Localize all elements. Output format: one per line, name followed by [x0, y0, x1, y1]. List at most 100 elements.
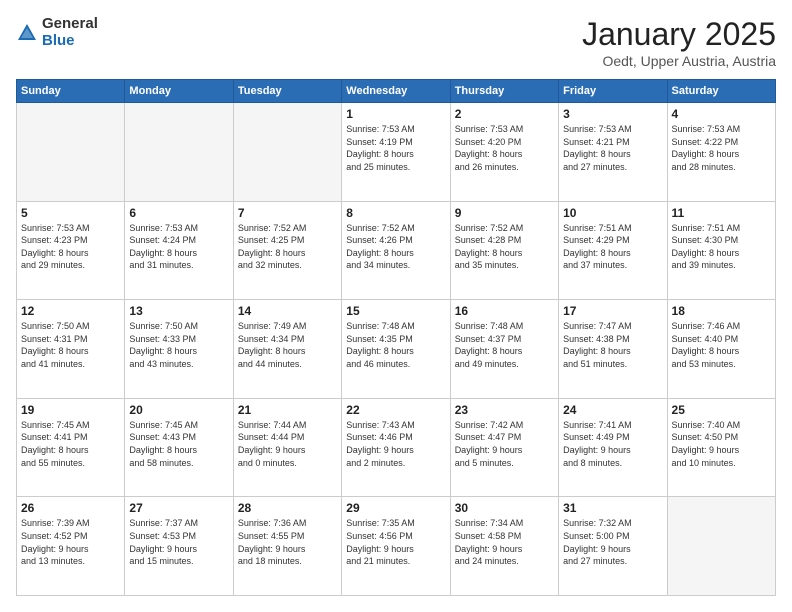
page: General Blue January 2025 Oedt, Upper Au…	[0, 0, 792, 612]
calendar-week-row: 12Sunrise: 7:50 AM Sunset: 4:31 PM Dayli…	[17, 300, 776, 399]
day-number: 8	[346, 206, 445, 220]
day-number: 23	[455, 403, 554, 417]
day-number: 2	[455, 107, 554, 121]
day-number: 11	[672, 206, 771, 220]
table-row	[667, 497, 775, 596]
day-number: 30	[455, 501, 554, 515]
day-info: Sunrise: 7:53 AM Sunset: 4:21 PM Dayligh…	[563, 123, 662, 173]
location-title: Oedt, Upper Austria, Austria	[582, 53, 776, 69]
calendar-week-row: 5Sunrise: 7:53 AM Sunset: 4:23 PM Daylig…	[17, 201, 776, 300]
day-info: Sunrise: 7:40 AM Sunset: 4:50 PM Dayligh…	[672, 419, 771, 469]
logo-text: General Blue	[42, 16, 98, 49]
day-info: Sunrise: 7:42 AM Sunset: 4:47 PM Dayligh…	[455, 419, 554, 469]
table-row	[17, 103, 125, 202]
day-info: Sunrise: 7:39 AM Sunset: 4:52 PM Dayligh…	[21, 517, 120, 567]
day-info: Sunrise: 7:43 AM Sunset: 4:46 PM Dayligh…	[346, 419, 445, 469]
table-row: 2 Sunrise: 7:53 AM Sunset: 4:20 PM Daylig…	[450, 103, 558, 202]
table-row: 23 Sunrise: 7:42 AM Sunset: 4:47 PM Dayli…	[450, 398, 558, 497]
table-row: 27 Sunrise: 7:37 AM Sunset: 4:53 PM Dayli…	[125, 497, 233, 596]
table-row: 25Sunrise: 7:40 AM Sunset: 4:50 PM Dayli…	[667, 398, 775, 497]
table-row: 24Sunrise: 7:41 AM Sunset: 4:49 PM Dayli…	[559, 398, 667, 497]
calendar-table: Sunday Monday Tuesday Wednesday Thursday…	[16, 79, 776, 596]
logo: General Blue	[16, 16, 98, 49]
table-row: 1 Sunrise: 7:53 AM Sunset: 4:19 PM Daylig…	[342, 103, 450, 202]
day-number: 9	[455, 206, 554, 220]
table-row	[125, 103, 233, 202]
day-info: Sunrise: 7:45 AM Sunset: 4:41 PM Dayligh…	[21, 419, 120, 469]
table-row: 26 Sunrise: 7:39 AM Sunset: 4:52 PM Dayli…	[17, 497, 125, 596]
table-row: 22Sunrise: 7:43 AM Sunset: 4:46 PM Dayli…	[342, 398, 450, 497]
day-number: 16	[455, 304, 554, 318]
day-info: Sunrise: 7:50 AM Sunset: 4:31 PM Dayligh…	[21, 320, 120, 370]
day-number: 13	[129, 304, 228, 318]
day-number: 14	[238, 304, 337, 318]
logo-icon	[16, 22, 38, 44]
table-row: 28Sunrise: 7:36 AM Sunset: 4:55 PM Dayli…	[233, 497, 341, 596]
day-info: Sunrise: 7:53 AM Sunset: 4:20 PM Dayligh…	[455, 123, 554, 173]
day-number: 17	[563, 304, 662, 318]
day-number: 3	[563, 107, 662, 121]
day-info: Sunrise: 7:53 AM Sunset: 4:22 PM Dayligh…	[672, 123, 771, 173]
day-number: 1	[346, 107, 445, 121]
day-info: Sunrise: 7:48 AM Sunset: 4:35 PM Dayligh…	[346, 320, 445, 370]
col-sunday: Sunday	[17, 80, 125, 103]
table-row: 17 Sunrise: 7:47 AM Sunset: 4:38 PM Dayli…	[559, 300, 667, 399]
table-row: 20Sunrise: 7:45 AM Sunset: 4:43 PM Dayli…	[125, 398, 233, 497]
day-number: 19	[21, 403, 120, 417]
day-info: Sunrise: 7:35 AM Sunset: 4:56 PM Dayligh…	[346, 517, 445, 567]
day-info: Sunrise: 7:52 AM Sunset: 4:28 PM Dayligh…	[455, 222, 554, 272]
calendar-week-row: 19 Sunrise: 7:45 AM Sunset: 4:41 PM Dayli…	[17, 398, 776, 497]
table-row: 29Sunrise: 7:35 AM Sunset: 4:56 PM Dayli…	[342, 497, 450, 596]
month-title: January 2025	[582, 16, 776, 53]
day-info: Sunrise: 7:52 AM Sunset: 4:26 PM Dayligh…	[346, 222, 445, 272]
table-row: 6Sunrise: 7:53 AM Sunset: 4:24 PM Daylig…	[125, 201, 233, 300]
day-info: Sunrise: 7:51 AM Sunset: 4:30 PM Dayligh…	[672, 222, 771, 272]
logo-blue: Blue	[42, 33, 98, 50]
day-info: Sunrise: 7:47 AM Sunset: 4:38 PM Dayligh…	[563, 320, 662, 370]
day-info: Sunrise: 7:36 AM Sunset: 4:55 PM Dayligh…	[238, 517, 337, 567]
day-info: Sunrise: 7:32 AM Sunset: 5:00 PM Dayligh…	[563, 517, 662, 567]
day-number: 27	[129, 501, 228, 515]
col-thursday: Thursday	[450, 80, 558, 103]
day-number: 7	[238, 206, 337, 220]
day-info: Sunrise: 7:53 AM Sunset: 4:19 PM Dayligh…	[346, 123, 445, 173]
day-info: Sunrise: 7:44 AM Sunset: 4:44 PM Dayligh…	[238, 419, 337, 469]
table-row: 3 Sunrise: 7:53 AM Sunset: 4:21 PM Daylig…	[559, 103, 667, 202]
day-number: 6	[129, 206, 228, 220]
day-info: Sunrise: 7:46 AM Sunset: 4:40 PM Dayligh…	[672, 320, 771, 370]
table-row: 13 Sunrise: 7:50 AM Sunset: 4:33 PM Dayli…	[125, 300, 233, 399]
title-block: January 2025 Oedt, Upper Austria, Austri…	[582, 16, 776, 69]
day-number: 26	[21, 501, 120, 515]
table-row: 7 Sunrise: 7:52 AM Sunset: 4:25 PM Daylig…	[233, 201, 341, 300]
table-row: 31 Sunrise: 7:32 AM Sunset: 5:00 PM Dayli…	[559, 497, 667, 596]
day-info: Sunrise: 7:50 AM Sunset: 4:33 PM Dayligh…	[129, 320, 228, 370]
day-info: Sunrise: 7:41 AM Sunset: 4:49 PM Dayligh…	[563, 419, 662, 469]
col-friday: Friday	[559, 80, 667, 103]
col-wednesday: Wednesday	[342, 80, 450, 103]
day-number: 21	[238, 403, 337, 417]
table-row: 30 Sunrise: 7:34 AM Sunset: 4:58 PM Dayli…	[450, 497, 558, 596]
table-row: 11 Sunrise: 7:51 AM Sunset: 4:30 PM Dayli…	[667, 201, 775, 300]
day-number: 18	[672, 304, 771, 318]
col-tuesday: Tuesday	[233, 80, 341, 103]
table-row: 12Sunrise: 7:50 AM Sunset: 4:31 PM Dayli…	[17, 300, 125, 399]
day-info: Sunrise: 7:48 AM Sunset: 4:37 PM Dayligh…	[455, 320, 554, 370]
day-info: Sunrise: 7:49 AM Sunset: 4:34 PM Dayligh…	[238, 320, 337, 370]
table-row	[233, 103, 341, 202]
day-info: Sunrise: 7:52 AM Sunset: 4:25 PM Dayligh…	[238, 222, 337, 272]
day-number: 31	[563, 501, 662, 515]
header: General Blue January 2025 Oedt, Upper Au…	[16, 16, 776, 69]
table-row: 5Sunrise: 7:53 AM Sunset: 4:23 PM Daylig…	[17, 201, 125, 300]
table-row: 19 Sunrise: 7:45 AM Sunset: 4:41 PM Dayli…	[17, 398, 125, 497]
day-number: 10	[563, 206, 662, 220]
calendar-week-row: 26 Sunrise: 7:39 AM Sunset: 4:52 PM Dayli…	[17, 497, 776, 596]
calendar-header-row: Sunday Monday Tuesday Wednesday Thursday…	[17, 80, 776, 103]
day-info: Sunrise: 7:37 AM Sunset: 4:53 PM Dayligh…	[129, 517, 228, 567]
day-info: Sunrise: 7:34 AM Sunset: 4:58 PM Dayligh…	[455, 517, 554, 567]
day-info: Sunrise: 7:45 AM Sunset: 4:43 PM Dayligh…	[129, 419, 228, 469]
table-row: 10Sunrise: 7:51 AM Sunset: 4:29 PM Dayli…	[559, 201, 667, 300]
col-monday: Monday	[125, 80, 233, 103]
table-row: 18 Sunrise: 7:46 AM Sunset: 4:40 PM Dayli…	[667, 300, 775, 399]
table-row: 4Sunrise: 7:53 AM Sunset: 4:22 PM Daylig…	[667, 103, 775, 202]
table-row: 8 Sunrise: 7:52 AM Sunset: 4:26 PM Daylig…	[342, 201, 450, 300]
